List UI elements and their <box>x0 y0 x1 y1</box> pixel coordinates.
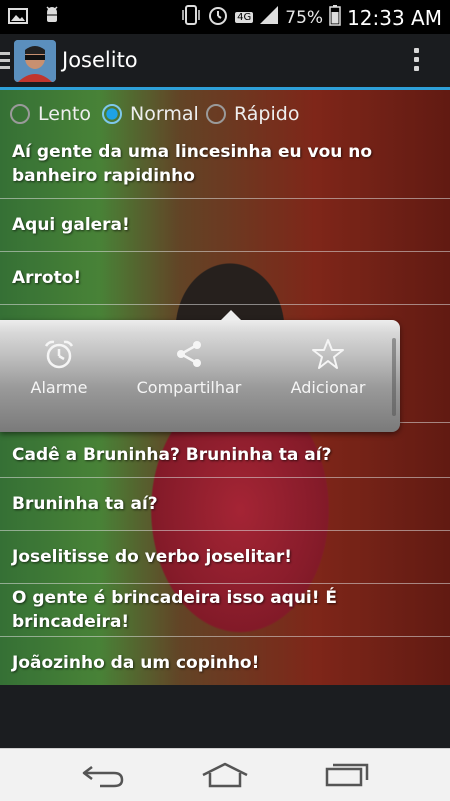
alarm-label: Alarme <box>30 378 88 397</box>
list-item[interactable]: O gente é brincadeira isso aqui! É brinc… <box>0 584 450 637</box>
radio-lento[interactable]: Lento <box>10 103 91 125</box>
radio-label: Rápido <box>234 103 300 125</box>
radio-label: Normal <box>130 103 199 125</box>
radio-button[interactable] <box>10 104 30 124</box>
add-action-button[interactable]: Adicionar <box>263 338 393 397</box>
signal-icon <box>259 5 279 30</box>
home-icon <box>202 762 248 788</box>
clock: 12:33 AM <box>347 5 442 30</box>
list-empty-space <box>0 685 450 748</box>
share-action-button[interactable]: Compartilhar <box>124 338 254 397</box>
popup-scrollbar[interactable] <box>392 338 396 416</box>
popup-arrow <box>221 310 241 320</box>
list-item[interactable]: Joselitisse do verbo joselitar! <box>0 531 450 584</box>
alarm-status-icon <box>207 4 229 31</box>
star-icon <box>312 339 344 369</box>
network-type-badge: 4G <box>235 12 254 23</box>
alarm-clock-icon <box>44 340 74 369</box>
radio-label: Lento <box>38 103 92 125</box>
list-item[interactable]: Arroto! <box>0 252 450 305</box>
battery-icon <box>329 4 341 31</box>
radio-rapido[interactable]: Rápido <box>206 103 299 125</box>
app-icon[interactable] <box>14 40 56 82</box>
radio-button-selected[interactable] <box>102 104 122 124</box>
android-debug-icon <box>42 6 62 30</box>
speed-selector: Lento Normal Rápido <box>0 94 450 130</box>
alarm-action-button[interactable]: Alarme <box>0 338 124 397</box>
back-icon <box>82 766 124 788</box>
list-item[interactable]: Bruninha ta aí? <box>0 478 450 531</box>
drawer-indicator-icon[interactable] <box>0 52 10 72</box>
share-label: Compartilhar <box>136 378 242 397</box>
list-item[interactable]: Aqui galera! <box>0 199 450 252</box>
home-button[interactable] <box>200 761 250 793</box>
quick-action-popup: Alarme Compartilhar Adicionar <box>0 310 400 432</box>
overflow-menu-icon[interactable] <box>414 48 420 75</box>
vibrate-icon <box>181 4 201 31</box>
navigation-bar <box>0 748 450 801</box>
app-title: Joselito <box>62 48 138 72</box>
recents-button[interactable] <box>324 761 370 793</box>
image-notification-icon <box>8 6 28 30</box>
action-bar: Joselito <box>0 34 450 90</box>
battery-percent: 75% <box>285 7 324 28</box>
list-item[interactable]: Joãozinho da um copinho! <box>0 637 450 685</box>
recents-icon <box>325 763 369 787</box>
radio-normal[interactable]: Normal <box>102 103 199 125</box>
back-button[interactable] <box>80 761 126 793</box>
add-label: Adicionar <box>290 378 366 397</box>
list-item[interactable]: Aí gente da uma lincesinha eu vou no ban… <box>0 130 450 199</box>
radio-button[interactable] <box>206 104 226 124</box>
share-icon <box>177 341 201 367</box>
status-bar: 4G 75% 12:33 AM <box>0 0 450 34</box>
